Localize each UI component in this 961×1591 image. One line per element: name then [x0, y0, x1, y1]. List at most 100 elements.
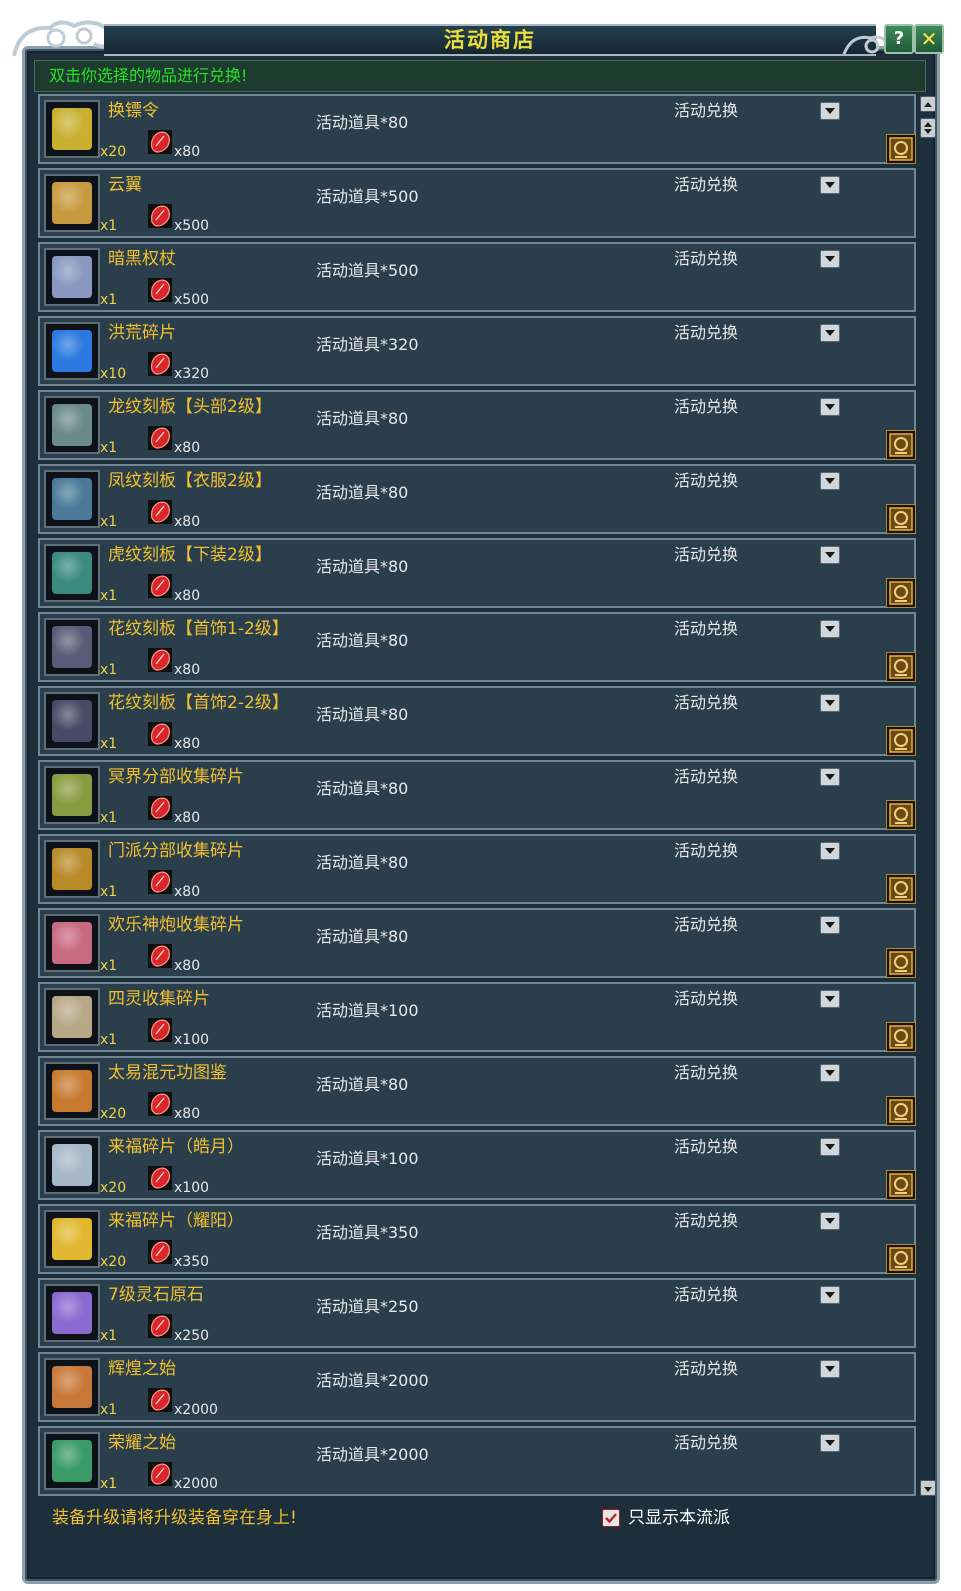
item-icon-slot[interactable]: [44, 1358, 100, 1416]
item-icon-slot[interactable]: [44, 470, 100, 528]
item-icon-slot[interactable]: [44, 248, 100, 306]
exchange-dropdown[interactable]: [820, 1138, 840, 1156]
exchange-dropdown[interactable]: [820, 472, 840, 490]
item-icon-slot[interactable]: [44, 1136, 100, 1194]
shop-item-row[interactable]: x1 云翼 x500 活动道具*500 活动兑换: [38, 168, 916, 238]
title-bar[interactable]: 活动商店 ? ✕: [8, 10, 954, 58]
exchange-type: 活动兑换: [674, 767, 739, 786]
item-icon-slot[interactable]: [44, 1210, 100, 1268]
exchange-dropdown[interactable]: [820, 842, 840, 860]
item-icon: [52, 1440, 92, 1482]
item-cost: x80: [174, 958, 201, 974]
shop-item-row[interactable]: x1 暗黑权杖 x500 活动道具*500 活动兑换: [38, 242, 916, 312]
item-cost: x500: [174, 292, 210, 308]
item-requirement: 活动道具*80: [316, 557, 409, 576]
bound-seal-icon: [886, 874, 916, 904]
filter-label: 只显示本流派: [628, 1508, 730, 1528]
exchange-dropdown[interactable]: [820, 916, 840, 934]
help-button[interactable]: ?: [884, 24, 914, 54]
red-gem-icon: [148, 1388, 172, 1412]
exchange-dropdown[interactable]: [820, 102, 840, 120]
close-button[interactable]: ✕: [914, 24, 944, 54]
exchange-dropdown[interactable]: [820, 250, 840, 268]
scroll-thumb[interactable]: [920, 118, 936, 138]
shop-item-row[interactable]: x1 花纹刻板【首饰1-2级】 x80 活动道具*80 活动兑换: [38, 612, 916, 682]
red-gem-icon: [148, 204, 172, 228]
exchange-dropdown[interactable]: [820, 620, 840, 638]
shop-item-row[interactable]: x1 花纹刻板【首饰2-2级】 x80 活动道具*80 活动兑换: [38, 686, 916, 756]
red-gem-icon: [148, 648, 172, 672]
item-quantity: x10: [100, 366, 127, 382]
item-icon-slot[interactable]: [44, 840, 100, 898]
exchange-dropdown[interactable]: [820, 1360, 840, 1378]
exchange-dropdown[interactable]: [820, 324, 840, 342]
item-icon-slot[interactable]: [44, 988, 100, 1046]
item-icon-slot[interactable]: [44, 618, 100, 676]
shop-item-row[interactable]: x20 换镖令 x80 活动道具*80 活动兑换: [38, 94, 916, 164]
shop-item-row[interactable]: x1 门派分部收集碎片 x80 活动道具*80 活动兑换: [38, 834, 916, 904]
item-quantity: x20: [100, 1180, 127, 1196]
exchange-dropdown[interactable]: [820, 768, 840, 786]
shop-item-row[interactable]: x1 虎纹刻板【下装2级】 x80 活动道具*80 活动兑换: [38, 538, 916, 608]
exchange-dropdown[interactable]: [820, 694, 840, 712]
chevron-down-icon: [825, 996, 835, 1002]
red-gem-icon: [148, 352, 172, 376]
exchange-dropdown[interactable]: [820, 398, 840, 416]
item-icon-slot[interactable]: [44, 396, 100, 454]
item-icon: [52, 108, 92, 150]
item-icon-slot[interactable]: [44, 100, 100, 158]
shop-item-row[interactable]: x1 欢乐神炮收集碎片 x80 活动道具*80 活动兑换: [38, 908, 916, 978]
exchange-dropdown[interactable]: [820, 1286, 840, 1304]
red-gem-icon: [148, 1166, 172, 1190]
exchange-dropdown[interactable]: [820, 176, 840, 194]
shop-item-row[interactable]: x1 荣耀之始 x2000 活动道具*2000 活动兑换: [38, 1426, 916, 1496]
exchange-dropdown[interactable]: [820, 1064, 840, 1082]
red-gem-icon: [148, 1240, 172, 1264]
item-cost: x80: [174, 662, 201, 678]
item-icon-slot[interactable]: [44, 692, 100, 750]
exchange-dropdown[interactable]: [820, 1434, 840, 1452]
scroll-up-button[interactable]: [920, 96, 936, 112]
item-requirement: 活动道具*2000: [316, 1445, 429, 1464]
shop-item-row[interactable]: x1 凤纹刻板【衣服2级】 x80 活动道具*80 活动兑换: [38, 464, 916, 534]
shop-item-row[interactable]: x1 冥界分部收集碎片 x80 活动道具*80 活动兑换: [38, 760, 916, 830]
item-requirement: 活动道具*350: [316, 1223, 419, 1242]
shop-item-row[interactable]: x20 来福碎片（耀阳） x350 活动道具*350 活动兑换: [38, 1204, 916, 1274]
shop-item-row[interactable]: x10 洪荒碎片 x320 活动道具*320 活动兑换: [38, 316, 916, 386]
item-list: x20 换镖令 x80 活动道具*80 活动兑换 x1 云翼 x500 活动道具…: [38, 94, 918, 1498]
shop-item-row[interactable]: x1 四灵收集碎片 x100 活动道具*100 活动兑换: [38, 982, 916, 1052]
item-icon-slot[interactable]: [44, 766, 100, 824]
bound-seal-icon: [886, 1022, 916, 1052]
shop-item-row[interactable]: x1 7级灵石原石 x250 活动道具*250 活动兑换: [38, 1278, 916, 1348]
item-icon-slot[interactable]: [44, 1432, 100, 1490]
exchange-dropdown[interactable]: [820, 990, 840, 1008]
item-icon: [52, 774, 92, 816]
exchange-type: 活动兑换: [674, 1285, 739, 1304]
shop-item-row[interactable]: x20 来福碎片（皓月） x100 活动道具*100 活动兑换: [38, 1130, 916, 1200]
exchange-dropdown[interactable]: [820, 1212, 840, 1230]
scrollbar[interactable]: [920, 96, 936, 1496]
scroll-down-button[interactable]: [920, 1480, 936, 1496]
item-icon-slot[interactable]: [44, 544, 100, 602]
item-icon-slot[interactable]: [44, 914, 100, 972]
item-cost: x320: [174, 366, 210, 382]
item-requirement: 活动道具*250: [316, 1297, 419, 1316]
item-icon: [52, 552, 92, 594]
chevron-down-icon: [825, 1366, 835, 1372]
exchange-type: 活动兑换: [674, 397, 739, 416]
shop-item-row[interactable]: x20 太易混元功图鉴 x80 活动道具*80 活动兑换: [38, 1056, 916, 1126]
chevron-down-icon: [825, 848, 835, 854]
item-icon-slot[interactable]: [44, 1284, 100, 1342]
bound-seal-icon: [886, 1244, 916, 1274]
shop-item-row[interactable]: x1 龙纹刻板【头部2级】 x80 活动道具*80 活动兑换: [38, 390, 916, 460]
item-cost: x2000: [174, 1402, 218, 1418]
bound-seal-icon: [886, 134, 916, 164]
item-icon-slot[interactable]: [44, 1062, 100, 1120]
shop-item-row[interactable]: x1 辉煌之始 x2000 活动道具*2000 活动兑换: [38, 1352, 916, 1422]
exchange-type: 活动兑换: [674, 1211, 739, 1230]
exchange-dropdown[interactable]: [820, 546, 840, 564]
item-icon-slot[interactable]: [44, 322, 100, 380]
item-icon-slot[interactable]: [44, 174, 100, 232]
item-icon: [52, 996, 92, 1038]
filter-checkbox[interactable]: [602, 1509, 620, 1527]
